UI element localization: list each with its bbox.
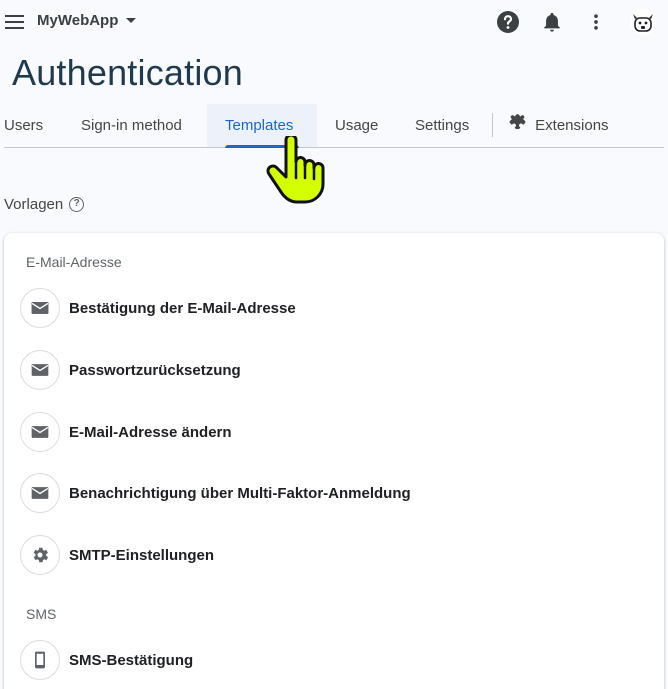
mail-icon [20, 473, 60, 513]
tab-label: Usage [335, 117, 379, 134]
section-label: Vorlagen ? [4, 196, 85, 213]
mail-icon [20, 350, 60, 390]
page-title: Authentication [12, 52, 243, 93]
mail-icon [20, 288, 60, 328]
template-item-label: SMTP-Einstellungen [69, 546, 215, 564]
template-item-sms-verification[interactable]: SMS-Bestätigung [20, 638, 650, 682]
tab-label: Sign-in method [81, 117, 182, 134]
template-item-password-reset[interactable]: Passwortzurücksetzung [20, 348, 650, 392]
tab-bar: Users Sign-in method Templates Usage Set… [4, 104, 664, 148]
tab-label: Users [4, 117, 44, 134]
tab-settings[interactable]: Settings [415, 104, 481, 147]
project-selector[interactable]: MyWebApp [37, 12, 137, 29]
mail-icon [20, 412, 60, 452]
avatar[interactable] [630, 9, 656, 35]
gear-icon [20, 535, 60, 575]
chevron-down-icon [126, 18, 137, 23]
group-title-email: E-Mail-Adresse [26, 254, 122, 270]
template-item-smtp-settings[interactable]: SMTP-Einstellungen [20, 533, 650, 577]
tab-divider [492, 113, 493, 137]
group-title-sms: SMS [26, 606, 57, 622]
template-item-label: Benachrichtigung über Multi-Faktor-Anmel… [69, 484, 411, 502]
tab-users[interactable]: Users [4, 104, 54, 147]
more-vert-icon[interactable] [583, 9, 609, 35]
tab-label: Settings [415, 117, 470, 134]
template-item-mfa-notification[interactable]: Benachrichtigung über Multi-Faktor-Anmel… [20, 471, 650, 515]
template-item-email-verification[interactable]: Bestätigung der E-Mail-Adresse [20, 286, 650, 330]
tab-label: Templates [225, 117, 294, 134]
template-item-label: SMS-Bestätigung [69, 651, 194, 669]
tab-extensions[interactable]: Extensions [509, 104, 619, 147]
tab-label: Extensions [535, 117, 609, 134]
active-tab-indicator [225, 145, 299, 148]
top-bar: MyWebApp [0, 0, 668, 44]
help-circle-icon[interactable]: ? [69, 197, 85, 212]
template-item-email-change[interactable]: E-Mail-Adresse ändern [20, 410, 650, 454]
menu-icon[interactable] [4, 12, 26, 32]
puzzle-icon [509, 103, 526, 146]
tab-templates[interactable]: Templates [207, 104, 317, 148]
templates-card: E-Mail-Adresse Bestätigung der E-Mail-Ad… [4, 233, 664, 689]
bell-icon[interactable] [539, 9, 565, 35]
phone-icon [20, 640, 60, 680]
help-icon[interactable] [495, 9, 521, 35]
tab-sign-in-method[interactable]: Sign-in method [81, 104, 199, 147]
template-item-label: Passwortzurücksetzung [69, 361, 241, 379]
section-title: Vorlagen [4, 196, 64, 213]
tab-usage[interactable]: Usage [335, 104, 391, 147]
template-item-label: E-Mail-Adresse ändern [69, 423, 232, 441]
template-item-label: Bestätigung der E-Mail-Adresse [69, 299, 296, 317]
project-name: MyWebApp [37, 12, 119, 29]
